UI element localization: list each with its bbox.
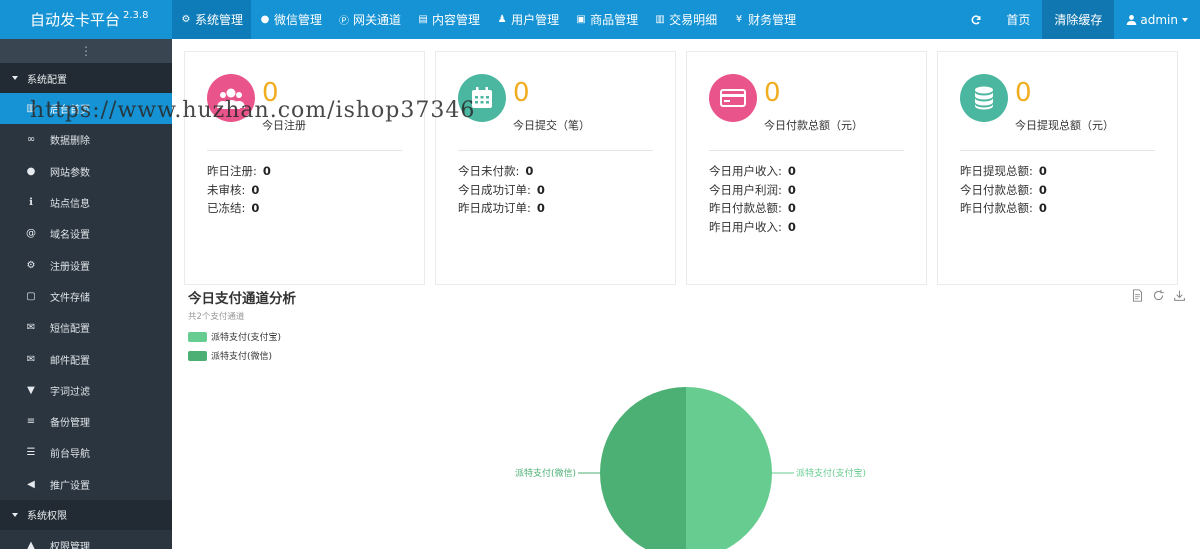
sidebar-item-label: 站点信息 [50, 199, 90, 211]
pie-label-1: 派特支付(微信) [515, 467, 576, 479]
link-icon: ∞ [26, 134, 36, 146]
sidebar-group-label: 系统权限 [27, 511, 67, 523]
gear-icon: ⚙ [181, 14, 191, 25]
lock-icon: ▲ [27, 540, 35, 549]
list-icon: ☰ [26, 447, 36, 459]
topnav-item-label: 用户管理 [511, 13, 560, 27]
envelope-icon: ✉ [26, 322, 36, 334]
app-title: 自动发卡平台 [30, 11, 121, 29]
pie-chart: 派特支付(支付宝) 派特支付(微信) [515, 387, 866, 549]
sidebar-group-label: 系统配置 [27, 74, 67, 86]
user-icon [1127, 15, 1137, 25]
topnav-item-label: 内容管理 [432, 13, 481, 27]
sidebar-item-5[interactable]: ⚙ 注册设置 [0, 249, 172, 280]
topnav-item-label: 网关通道 [353, 13, 402, 27]
top-nav-menu: ⚙ 系统管理 ● 微信管理 Ⓟ 网关通道 ▤ 内容管理 ♟ 用户管理 ▣ 商品管理 ▥ 交易明细 ¥ 财务管理 [172, 0, 804, 39]
user-menu[interactable]: admin [1114, 0, 1200, 39]
sidebar-item-label: 后台首页 [50, 105, 90, 117]
topnav-item-4[interactable]: ♟ 用户管理 [488, 0, 567, 39]
cog-icon: ⚙ [26, 259, 36, 271]
shop-icon: ▣ [576, 14, 586, 25]
wechat-icon: ● [260, 14, 270, 25]
sidebar-item-label: 短信配置 [50, 324, 90, 336]
topnav-item-1[interactable]: ● 微信管理 [251, 0, 330, 39]
sidebar-toggle[interactable]: ⋮ [0, 39, 172, 63]
sidebar-item-label: 邮件配置 [50, 355, 90, 367]
sidebar-item-label: 注册设置 [50, 261, 90, 273]
sidebar-item-11[interactable]: ☰ 前台导航 [0, 437, 172, 468]
topnav-item-0[interactable]: ⚙ 系统管理 [172, 0, 252, 39]
topnav-item-6[interactable]: ▥ 交易明细 [646, 0, 725, 39]
sidebar-item-10[interactable]: ≡ 备份管理 [0, 406, 172, 437]
sidebar-item-7[interactable]: ✉ 短信配置 [0, 312, 172, 343]
pie-slice-0[interactable] [686, 387, 772, 549]
app-version: 2.3.8 [123, 10, 149, 21]
database-icon: ≡ [26, 416, 36, 428]
top-right-menu: 首页 清除缓存 admin [958, 0, 1200, 39]
sidebar-item-3[interactable]: ℹ 站点信息 [0, 187, 172, 218]
sidebar-item-0[interactable]: ▥ 后台首页 [0, 93, 172, 125]
money-icon: ¥ [735, 14, 743, 25]
sidebar-item-8[interactable]: ✉ 邮件配置 [0, 343, 172, 374]
top-navbar: 自动发卡平台 2.3.8 ⚙ 系统管理 ● 微信管理 Ⓟ 网关通道 ▤ 内容管理 ♟ 用户管理 ▣ 商品… [0, 0, 1200, 39]
sidebar-item-12[interactable]: ◀ 推广设置 [0, 469, 172, 500]
clear-cache-button[interactable]: 清除缓存 [1042, 0, 1115, 39]
at-icon: @ [26, 228, 36, 240]
home-link[interactable]: 首页 [994, 0, 1042, 39]
bar-chart-icon: ▥ [655, 14, 665, 25]
app-brand[interactable]: 自动发卡平台 2.3.8 [0, 0, 172, 39]
file-icon: ▤ [418, 14, 428, 25]
p-circle-icon: Ⓟ [339, 16, 350, 27]
filter-icon: ▼ [27, 384, 35, 396]
pie-label-0: 派特支付(支付宝) [796, 467, 866, 479]
apple-icon: ● [26, 165, 36, 177]
sidebar-item-label: 网站参数 [50, 167, 90, 179]
info-icon: ℹ [29, 197, 33, 209]
main-content: 0 今日注册 昨日注册: 0 未审核: 0 已冻结: 0 0 今日提交（笔） 今日未付款: 0 今日成功… [172, 39, 1200, 549]
topnav-item-label: 微信管理 [274, 13, 323, 27]
chart-icon: ▥ [26, 103, 36, 115]
pie-slice-1[interactable] [600, 387, 686, 549]
sidebar-item-6[interactable]: ▢ 文件存储 [0, 281, 172, 312]
bullhorn-icon: ◀ [27, 478, 35, 490]
save-icon: ▢ [26, 290, 36, 302]
sidebar-item-4[interactable]: @ 域名设置 [0, 218, 172, 249]
sidebar-item-label: 前台导航 [50, 449, 90, 461]
sidebar-item-label: 字词过滤 [50, 386, 90, 398]
topnav-item-label: 财务管理 [748, 13, 797, 27]
user-name: admin [1140, 12, 1178, 27]
sidebar-item-1[interactable]: ∞ 数据删除 [0, 124, 172, 155]
sidebar-item-2[interactable]: ● 网站参数 [0, 156, 172, 187]
refresh-icon [971, 14, 981, 24]
topnav-item-5[interactable]: ▣ 商品管理 [567, 0, 646, 39]
topnav-item-2[interactable]: Ⓟ 网关通道 [330, 0, 409, 39]
topnav-item-label: 交易明细 [669, 13, 718, 27]
ellipsis-vertical-icon: ⋮ [80, 44, 92, 58]
caret-down-icon [1182, 17, 1188, 22]
sidebar: ⋮ 系统配置 ▥ 后台首页 ∞ 数据删除 ● 网站参数 ℹ 站点信息 @ 域名设置 ⚙ 注册设置 ▢ 文件… [0, 39, 172, 549]
sidebar-item-label: 备份管理 [50, 418, 90, 430]
sidebar-item-label: 域名设置 [50, 230, 90, 242]
mail-icon: ✉ [26, 353, 36, 365]
sidebar-item-label: 推广设置 [50, 480, 90, 492]
caret-down-icon [12, 512, 18, 517]
topnav-item-label: 系统管理 [195, 13, 244, 27]
sidebar-item-label: 数据删除 [50, 136, 90, 148]
sidebar-item-label: 权限管理 [50, 542, 90, 549]
topnav-item-label: 商品管理 [590, 13, 639, 27]
sidebar-group-system-permission[interactable]: 系统权限 [0, 499, 172, 530]
caret-down-icon [12, 76, 18, 80]
sidebar-item-0[interactable]: ▲ 权限管理 [0, 530, 172, 549]
topnav-item-3[interactable]: ▤ 内容管理 [409, 0, 488, 39]
sidebar-group-system-config[interactable]: 系统配置 [0, 63, 172, 93]
sidebar-item-label: 文件存储 [50, 292, 90, 304]
topnav-item-7[interactable]: ¥ 财务管理 [725, 0, 804, 39]
refresh-button[interactable] [958, 0, 994, 39]
sidebar-item-9[interactable]: ▼ 字词过滤 [0, 375, 172, 406]
users-icon: ♟ [497, 14, 507, 25]
